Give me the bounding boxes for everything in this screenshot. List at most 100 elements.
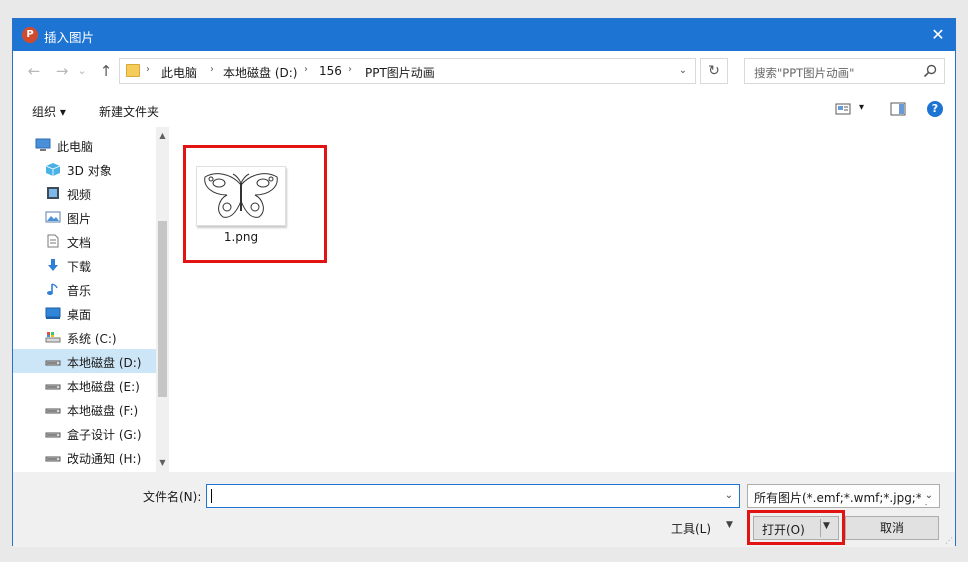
chevron-down-icon: ⌄	[924, 490, 934, 501]
recent-locations-button[interactable]: ⌄	[76, 62, 88, 80]
file-type-dropdown[interactable]: ⌄	[921, 488, 937, 504]
resize-grip[interactable]: ⋰	[945, 536, 953, 545]
scrollbar-thumb[interactable]	[158, 221, 167, 397]
breadcrumb-separator: ›	[304, 64, 308, 75]
breadcrumb-folder-156[interactable]: 156	[319, 64, 342, 78]
breadcrumb-separator: ›	[146, 64, 150, 75]
sidebar-item[interactable]: 音乐	[13, 277, 156, 301]
filename-label: 文件名(N):	[143, 490, 202, 504]
sidebar-item-label: 3D 对象	[67, 164, 112, 178]
sidebar-item-label: 本地磁盘 (D:)	[67, 356, 142, 370]
sidebar-item[interactable]: 系统 (C:)	[13, 325, 156, 349]
open-button-highlight-box	[747, 510, 845, 545]
document-icon	[47, 234, 59, 248]
sidebar-item[interactable]: 下载	[13, 253, 156, 277]
refresh-button[interactable]: ↻	[700, 58, 728, 84]
sidebar-item[interactable]: 本地磁盘 (E:)	[13, 373, 156, 397]
navigation-scrollbar[interactable]: ▲ ▼	[156, 127, 169, 472]
dialog-title: 插入图片	[44, 30, 95, 45]
video-icon	[47, 187, 59, 199]
breadcrumb-current-folder[interactable]: PPT图片动画	[365, 64, 435, 81]
sidebar-item-label: 系统 (C:)	[67, 332, 117, 346]
forward-button[interactable]: →	[53, 62, 71, 80]
preview-pane-icon[interactable]	[890, 102, 906, 116]
sidebar-item[interactable]: 图片	[13, 205, 156, 229]
organize-button[interactable]: 组织 ▾	[32, 103, 66, 120]
tools-button[interactable]: 工具(L)	[671, 520, 711, 537]
refresh-icon: ↻	[708, 63, 720, 79]
breadcrumb-drive-d[interactable]: 本地磁盘 (D:)	[223, 64, 297, 81]
sidebar-item-label: 桌面	[67, 308, 92, 322]
drive-icon	[45, 384, 61, 390]
change-view-icon[interactable]	[835, 102, 851, 116]
music-icon	[47, 283, 58, 295]
sidebar-item-label: 图片	[67, 212, 92, 226]
drive-icon	[45, 360, 61, 366]
file-highlight-box	[183, 145, 327, 263]
sidebar-item-label: 文档	[67, 236, 92, 250]
file-type-value: 所有图片(*.emf;*.wmf;*.jpg;*.jfi	[754, 491, 937, 505]
sidebar-item[interactable]: 3D 对象	[13, 157, 156, 181]
view-options-dropdown[interactable]: ▾	[859, 102, 864, 113]
drive-icon	[45, 432, 61, 438]
system-drive-icon	[45, 332, 61, 343]
search-input[interactable]: 搜索"PPT图片动画"	[744, 58, 945, 84]
sidebar-item-label: 本地磁盘 (F:)	[67, 404, 139, 418]
breadcrumb-separator: ›	[348, 64, 352, 75]
cube-icon	[45, 163, 61, 176]
insert-picture-dialog: P 插入图片 ✕ ← → ⌄ ↑ › 此电脑 › 本地磁盘 (D:) › 156…	[12, 18, 956, 547]
computer-icon	[35, 138, 51, 151]
folder-icon	[126, 64, 140, 77]
powerpoint-icon: P	[22, 27, 38, 43]
command-toolbar: 组织 ▾ 新建文件夹 ▾ ?	[13, 96, 955, 124]
sidebar-item[interactable]: 改动通知 (H:)	[13, 445, 156, 469]
up-button[interactable]: ↑	[97, 62, 115, 80]
sidebar-item-label: 此电脑	[57, 140, 94, 154]
scroll-up-icon[interactable]: ▲	[156, 129, 169, 143]
chevron-down-icon: ⌄	[724, 490, 734, 501]
download-icon	[48, 259, 58, 271]
filename-input[interactable]: ⌄	[206, 484, 740, 508]
text-caret	[211, 489, 212, 503]
close-icon: ✕	[931, 25, 945, 44]
sidebar-item-label: 音乐	[67, 284, 92, 298]
file-type-select[interactable]: 所有图片(*.emf;*.wmf;*.jpg;*.jfi ⌄	[747, 484, 940, 508]
breadcrumb-separator: ›	[210, 64, 214, 75]
cancel-button[interactable]: 取消	[845, 516, 939, 540]
sidebar-item-label: 视频	[67, 188, 92, 202]
sidebar-item[interactable]: 文档	[13, 229, 156, 253]
sidebar-item[interactable]: 本地磁盘 (D:)	[13, 349, 156, 373]
title-bar[interactable]: P 插入图片 ✕	[13, 19, 955, 51]
search-icon	[923, 64, 937, 78]
forward-arrow-icon: →	[55, 62, 69, 80]
search-placeholder: 搜索"PPT图片动画"	[754, 66, 855, 80]
drive-icon	[45, 408, 61, 414]
filename-history-dropdown[interactable]: ⌄	[721, 488, 737, 504]
sidebar-item[interactable]: 此电脑	[13, 133, 156, 157]
new-folder-button[interactable]: 新建文件夹	[99, 103, 159, 120]
sidebar-item-label: 盒子设计 (G:)	[67, 428, 142, 442]
sidebar-item-label: 改动通知 (H:)	[67, 452, 142, 466]
sidebar-item[interactable]: 桌面	[13, 301, 156, 325]
help-icon[interactable]: ?	[927, 101, 943, 117]
address-bar[interactable]: › 此电脑 › 本地磁盘 (D:) › 156 › PPT图片动画 ⌄	[119, 58, 696, 84]
breadcrumb-this-pc[interactable]: 此电脑	[161, 64, 197, 81]
sidebar-item[interactable]: 盒子设计 (G:)	[13, 421, 156, 445]
tools-dropdown-icon[interactable]: ▼	[726, 520, 733, 530]
chevron-down-icon: ⌄	[678, 65, 688, 76]
close-button[interactable]: ✕	[921, 19, 955, 51]
back-button[interactable]: ←	[25, 62, 43, 80]
chevron-down-icon: ⌄	[77, 64, 87, 77]
picture-icon	[45, 211, 61, 223]
sidebar-item-label: 本地磁盘 (E:)	[67, 380, 140, 394]
address-history-button[interactable]: ⌄	[675, 63, 691, 79]
navigation-bar: ← → ⌄ ↑ › 此电脑 › 本地磁盘 (D:) › 156 › PPT图片动…	[13, 57, 955, 87]
sidebar-item-label: 下载	[67, 260, 92, 274]
back-arrow-icon: ←	[27, 62, 41, 80]
sidebar-item[interactable]: 视频	[13, 181, 156, 205]
desktop-icon	[45, 307, 61, 319]
navigation-pane[interactable]: 此电脑 3D 对象视频图片文档下载音乐桌面系统 (C:) 本地磁盘 (D:) 本地磁盘…	[13, 127, 169, 472]
up-arrow-icon: ↑	[99, 62, 113, 80]
scroll-down-icon[interactable]: ▼	[156, 456, 169, 470]
sidebar-item[interactable]: 本地磁盘 (F:)	[13, 397, 156, 421]
